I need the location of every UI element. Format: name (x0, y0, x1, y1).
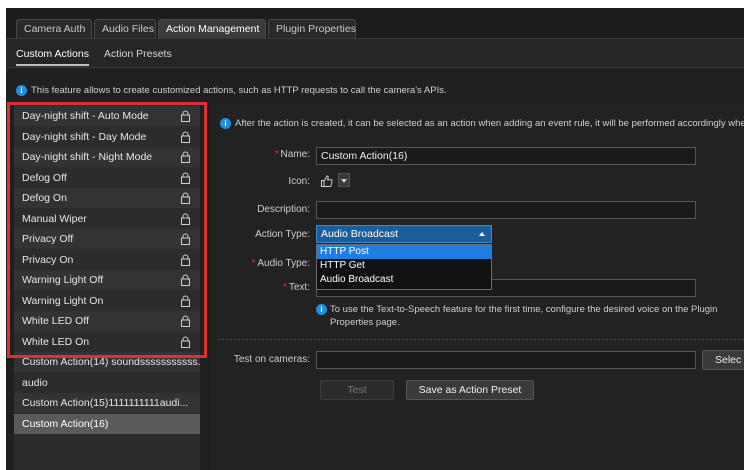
action-list-item-label: Defog On (22, 192, 67, 204)
name-label-text: Name: (280, 149, 310, 160)
icon-label: Icon: (288, 176, 310, 187)
required-marker: * (274, 149, 279, 160)
text-label: * Text: (210, 282, 310, 293)
action-type-label: Action Type: (255, 229, 310, 240)
after-note: i After the action is created, it can be … (220, 118, 744, 129)
required-marker: * (251, 258, 256, 269)
action-list-item[interactable]: Privacy On (14, 250, 200, 270)
action-list-item[interactable]: Day-night shift - Night Mode (14, 147, 200, 167)
action-list-item[interactable]: Warning Light On (14, 291, 200, 311)
save-as-action-preset-button[interactable]: Save as Action Preset (406, 380, 534, 400)
name-field[interactable]: Custom Action(16) (316, 147, 696, 165)
action-list-item-label: Day-night shift - Auto Mode (22, 110, 149, 122)
select-cameras-button[interactable]: Selec (702, 350, 744, 370)
sub-tab-bar: Custom Actions Action Presets (6, 39, 744, 68)
info-icon: i (220, 118, 231, 129)
action-list-item-label: White LED On (22, 335, 90, 348)
audio-type-label: * Audio Type: (210, 258, 310, 269)
test-cameras-field[interactable] (316, 351, 696, 369)
action-list-item[interactable]: White LED On (14, 332, 200, 352)
tab-audio-files[interactable]: Audio Files (94, 19, 156, 38)
description-label: Description: (257, 204, 310, 215)
action-list-item-label: Custom Action(15)1111111111audi... (22, 397, 189, 409)
action-list-item-label: Day-night shift - Night Mode (22, 151, 153, 163)
lock-icon (181, 213, 190, 225)
action-type-dropdown: HTTP Post HTTP Get Audio Broadcast (316, 244, 492, 290)
lock-icon (181, 131, 190, 143)
description-field[interactable] (316, 201, 696, 219)
lock-icon (181, 192, 190, 204)
lock-icon (181, 315, 190, 327)
lock-icon (181, 151, 190, 163)
action-list-item[interactable]: audio (14, 373, 200, 393)
action-type-value: Audio Broadcast (321, 228, 399, 240)
tab-action-management[interactable]: Action Management (158, 19, 266, 38)
section-divider (218, 339, 744, 340)
action-list-item[interactable]: Custom Action(15)1111111111audi... (14, 393, 200, 413)
action-list-item[interactable]: Privacy Off (14, 229, 200, 249)
name-label: * Name: (210, 149, 310, 160)
audio-type-label-text: Audio Type: (257, 258, 310, 269)
application: Camera Auth Audio Files Action Managemen… (0, 0, 744, 470)
action-list-item[interactable]: Defog Off (14, 168, 200, 188)
action-list-item-label: Custom Action(16) (22, 417, 109, 430)
action-type-select[interactable]: Audio Broadcast (316, 225, 492, 243)
action-list-item[interactable]: Warning Light Off (14, 270, 200, 290)
action-list-item-label: Warning Light On (22, 294, 104, 307)
test-button[interactable]: Test (320, 380, 394, 400)
action-list-item-label: Defog Off (22, 171, 67, 184)
tab-camera-auth[interactable]: Camera Auth (16, 19, 92, 38)
action-list-item[interactable]: Defog On (14, 188, 200, 208)
tts-note-text: To use the Text-to-Speech feature for th… (330, 304, 718, 328)
required-marker: * (282, 282, 287, 293)
option-http-get[interactable]: HTTP Get (317, 259, 491, 273)
subtab-action-presets[interactable]: Action Presets (104, 48, 172, 60)
tts-note: i To use the Text-to-Speech feature for … (316, 303, 726, 329)
text-label-text: Text: (288, 282, 310, 293)
action-list-item-label: Privacy Off (22, 233, 74, 245)
subtab-custom-actions[interactable]: Custom Actions (16, 48, 89, 66)
action-list-item-label: Privacy On (22, 253, 74, 266)
feature-note-text: This feature allows to create customized… (31, 85, 447, 96)
lock-icon (181, 233, 190, 245)
lock-icon (181, 336, 190, 348)
info-icon: i (16, 85, 27, 96)
lock-icon (181, 295, 190, 307)
action-list: Day-night shift - Auto Mode Day-night shi… (14, 104, 200, 470)
action-list-item-label: Manual Wiper (22, 212, 87, 225)
action-list-item-label: audio (22, 376, 48, 389)
action-list-item[interactable]: Day-night shift - Auto Mode (14, 106, 200, 126)
thumbs-up-icon[interactable] (320, 174, 334, 188)
lock-icon (181, 274, 190, 286)
main-tab-bar: Camera Auth Audio Files Action Managemen… (6, 8, 744, 39)
action-list-item-label: Day-night shift - Day Mode (22, 130, 147, 143)
after-note-text: After the action is created, it can be s… (235, 118, 744, 129)
test-cameras-label: Test on cameras: (233, 354, 310, 365)
action-list-item[interactable]: White LED Off (14, 311, 200, 331)
option-http-post[interactable]: HTTP Post (317, 245, 491, 259)
settings-window: Camera Auth Audio Files Action Managemen… (6, 8, 744, 470)
caret-up-icon (479, 232, 485, 236)
action-editor-panel: i After the action is created, it can be … (210, 104, 744, 470)
action-list-item[interactable]: Day-night shift - Day Mode (14, 127, 200, 147)
feature-note: i This feature allows to create customize… (16, 85, 447, 96)
icon-dropdown-button[interactable] (338, 173, 350, 187)
lock-icon (181, 254, 190, 266)
lock-icon (181, 110, 190, 122)
action-list-item[interactable]: Custom Action(14) soundsssssssssss... (14, 352, 200, 372)
action-list-item[interactable]: Custom Action(16) (14, 413, 200, 434)
action-list-item[interactable]: Manual Wiper (14, 209, 200, 229)
option-audio-broadcast[interactable]: Audio Broadcast (317, 273, 491, 287)
action-list-item-label: White LED Off (22, 315, 89, 327)
action-list-item-label: Warning Light Off (22, 274, 104, 286)
info-icon: i (316, 304, 327, 315)
lock-icon (181, 172, 190, 184)
tab-plugin-properties[interactable]: Plugin Properties (268, 19, 356, 38)
action-list-item-label: Custom Action(14) soundsssssssssss... (22, 356, 200, 368)
